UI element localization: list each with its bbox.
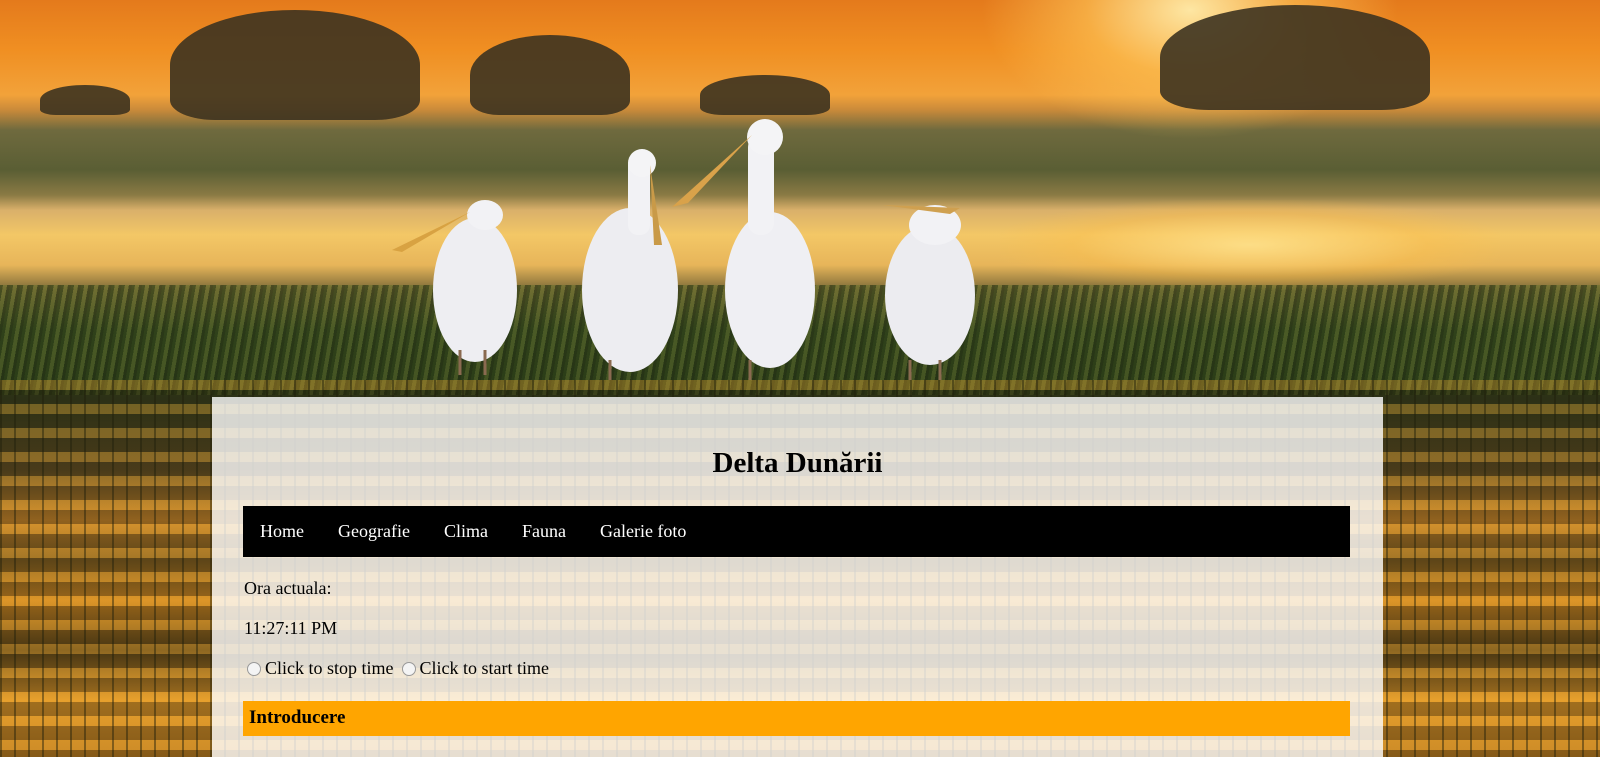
tree-silhouette <box>170 10 420 120</box>
stop-time-option[interactable]: Click to stop time <box>247 658 394 679</box>
section-title: Introducere <box>249 707 346 728</box>
nav-item-geografie[interactable]: Geografie <box>321 506 427 557</box>
start-time-radio[interactable] <box>401 661 416 676</box>
clock-label: Ora actuala: <box>244 578 332 598</box>
tree-silhouette <box>700 75 830 115</box>
content-panel: Delta Dunării Home Geografie Clima Fauna… <box>212 397 1383 757</box>
page-title: Delta Dunării <box>712 447 883 479</box>
pelican-image <box>882 205 975 380</box>
stop-time-radio[interactable] <box>247 661 261 676</box>
start-time-label: Click to start time <box>419 658 549 678</box>
nav-item-galerie-foto[interactable]: Galerie foto <box>583 506 703 557</box>
tree-silhouette <box>40 85 130 115</box>
nav-item-home[interactable]: Home <box>243 506 321 557</box>
pelican-image <box>392 200 517 375</box>
start-time-option[interactable]: Click to start time <box>401 658 549 679</box>
pelican-image <box>672 119 815 380</box>
navigation-bar: Home Geografie Clima Fauna Galerie foto <box>243 506 1350 557</box>
section-header-introducere: Introducere <box>243 701 1350 736</box>
stop-time-label: Click to stop time <box>265 658 394 678</box>
water-reflection <box>1000 200 1500 290</box>
nav-item-clima[interactable]: Clima <box>427 506 505 557</box>
clock-controls: Click to stop time Click to start time <box>247 658 557 679</box>
tree-silhouette <box>470 35 630 115</box>
nav-item-fauna[interactable]: Fauna <box>505 506 583 557</box>
tree-silhouette <box>1160 5 1430 110</box>
clock-time: 11:27:11 PM <box>244 618 338 638</box>
